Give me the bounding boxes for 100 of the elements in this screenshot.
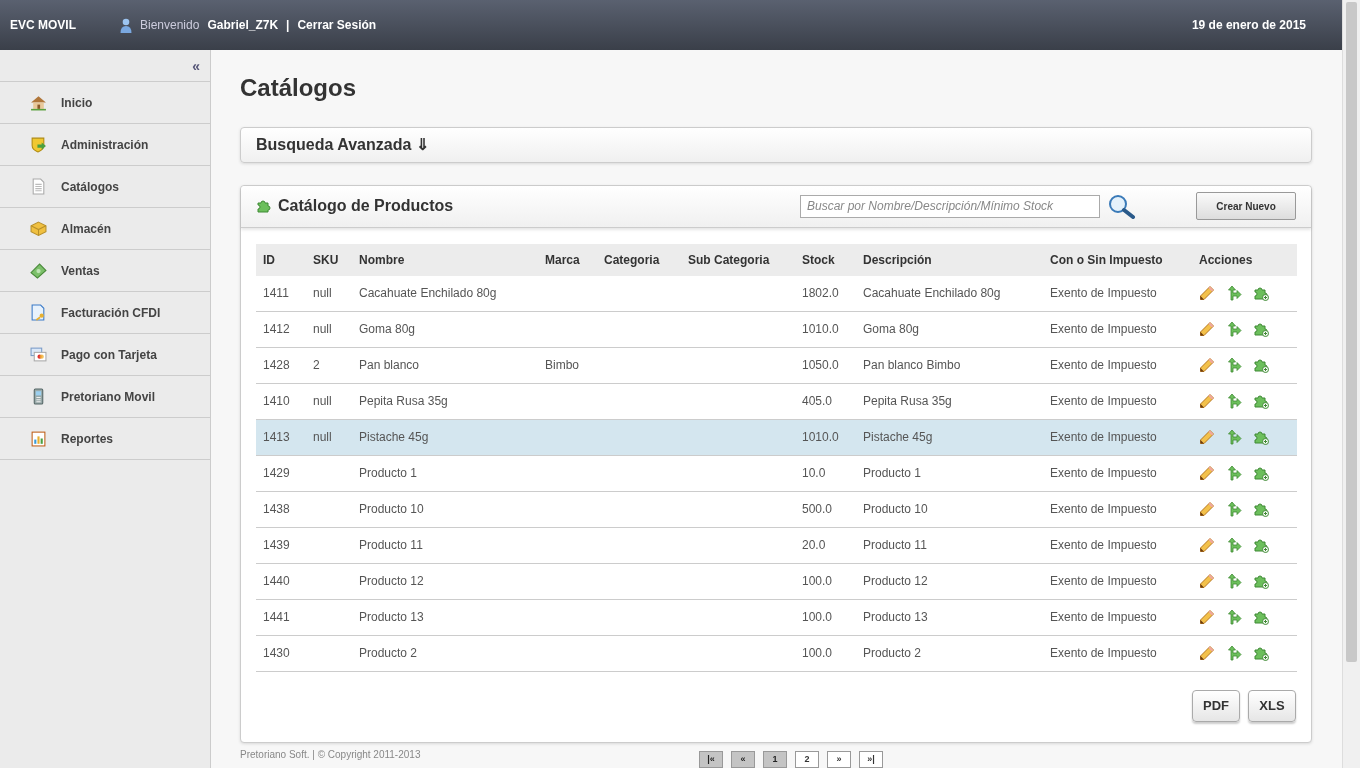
collapse-button[interactable]: « — [192, 57, 200, 74]
table-cell: 1440 — [256, 563, 306, 600]
sidebar-item[interactable]: Almacén — [0, 208, 210, 250]
puzzle-add-icon[interactable] — [1253, 645, 1269, 662]
table-cell: 1438 — [256, 491, 306, 528]
user-name: Gabriel_Z7K — [207, 18, 279, 32]
table-cell: Producto 10 — [856, 491, 1043, 528]
sidebar-item[interactable]: Inicio — [0, 82, 210, 124]
app-brand: EVC MOVIL — [10, 18, 77, 32]
table-cell: 1410 — [256, 383, 306, 420]
table-cell: 20.0 — [795, 527, 856, 564]
sidebar-item[interactable]: Reportes — [0, 418, 210, 460]
table-cell: Producto 1 — [856, 455, 1043, 492]
table-cell: Exento de Impuesto — [1043, 311, 1192, 348]
create-new-button[interactable]: Crear Nuevo — [1196, 192, 1296, 221]
branch-arrow-icon[interactable] — [1226, 501, 1242, 518]
table-cell: Cacahuate Enchilado 80g — [856, 275, 1043, 312]
pencil-icon[interactable] — [1199, 537, 1215, 554]
branch-arrow-icon[interactable] — [1226, 321, 1242, 338]
branch-arrow-icon[interactable] — [1226, 609, 1242, 626]
branch-arrow-icon[interactable] — [1226, 357, 1242, 374]
puzzle-add-icon[interactable] — [1253, 501, 1269, 518]
branch-arrow-icon[interactable] — [1226, 645, 1242, 662]
table-cell: Producto 10 — [352, 491, 538, 528]
puzzle-add-icon[interactable] — [1253, 357, 1269, 374]
search-icon[interactable] — [1106, 193, 1138, 220]
puzzle-add-icon[interactable] — [1253, 429, 1269, 446]
table-cell: Pistache 45g — [352, 419, 538, 456]
table-cell: 1411 — [256, 275, 306, 312]
table-cell: null — [306, 311, 352, 348]
shield-icon — [30, 136, 47, 153]
table-cell: Exento de Impuesto — [1043, 527, 1192, 564]
scrollbar-thumb[interactable] — [1346, 2, 1357, 662]
pencil-icon[interactable] — [1199, 501, 1215, 518]
copyright-text: Pretoriano Soft. | © Copyright 2011-2013 — [240, 748, 421, 760]
sidebar-item[interactable]: Facturación CFDI — [0, 292, 210, 334]
advanced-search-panel[interactable]: Busqueda Avanzada ⇓ — [240, 127, 1312, 163]
puzzle-add-icon[interactable] — [1253, 537, 1269, 554]
table-cell: 100.0 — [795, 635, 856, 672]
search-field[interactable]: Buscar por Nombre/Descripción/Mínimo Stock — [800, 194, 1100, 218]
table-cell: Producto 2 — [352, 635, 538, 672]
sidebar-item[interactable]: Pago con Tarjeta — [0, 334, 210, 376]
table-cell: 1428 — [256, 347, 306, 384]
puzzle-add-icon[interactable] — [1253, 393, 1269, 410]
table-cell: Producto 11 — [856, 527, 1043, 564]
table-cell: Pepita Rusa 35g — [856, 383, 1043, 420]
table-cell: Bimbo — [538, 347, 597, 384]
export-button[interactable]: XLS — [1248, 689, 1296, 722]
pencil-icon[interactable] — [1199, 429, 1215, 446]
table-cell: Exento de Impuesto — [1043, 419, 1192, 456]
table-cell: 2 — [306, 347, 352, 384]
pencil-icon[interactable] — [1199, 645, 1215, 662]
invoice-icon — [30, 304, 47, 321]
table-cell: 1010.0 — [795, 311, 856, 348]
table-cell: Producto 12 — [352, 563, 538, 600]
table-cell: null — [306, 419, 352, 456]
table-cell: null — [306, 383, 352, 420]
pencil-icon[interactable] — [1199, 465, 1215, 482]
branch-arrow-icon[interactable] — [1226, 429, 1242, 446]
branch-arrow-icon[interactable] — [1226, 465, 1242, 482]
pencil-icon[interactable] — [1199, 573, 1215, 590]
branch-arrow-icon[interactable] — [1226, 393, 1242, 410]
sidebar-item[interactable]: Pretoriano Movil — [0, 376, 210, 418]
page-title: Catálogos — [240, 74, 357, 102]
pencil-icon[interactable] — [1199, 357, 1215, 374]
pencil-icon[interactable] — [1199, 609, 1215, 626]
table-cell: Goma 80g — [352, 311, 538, 348]
table-cell: Producto 11 — [352, 527, 538, 564]
puzzle-add-icon[interactable] — [1253, 321, 1269, 338]
pencil-icon[interactable] — [1199, 393, 1215, 410]
column-header: Con o Sin Impuesto — [1043, 243, 1192, 276]
pencil-icon[interactable] — [1199, 321, 1215, 338]
page-button[interactable]: 2 — [795, 750, 819, 768]
sidebar-item[interactable]: Ventas — [0, 250, 210, 292]
branch-arrow-icon[interactable] — [1226, 285, 1242, 302]
page-button[interactable]: » — [827, 750, 851, 768]
puzzle-add-icon[interactable] — [1253, 465, 1269, 482]
branch-arrow-icon[interactable] — [1226, 537, 1242, 554]
logout-link[interactable]: Cerrar Sesión — [297, 18, 377, 32]
pencil-icon[interactable] — [1199, 285, 1215, 302]
puzzle-add-icon[interactable] — [1253, 573, 1269, 590]
puzzle-add-icon[interactable] — [1253, 609, 1269, 626]
column-header: Categoria — [597, 243, 681, 276]
table-cell: Exento de Impuesto — [1043, 455, 1192, 492]
sidebar-item[interactable]: Administración — [0, 124, 210, 166]
table-cell: 1802.0 — [795, 275, 856, 312]
card-icon — [30, 346, 47, 363]
puzzle-add-icon[interactable] — [1253, 285, 1269, 302]
table-cell: Pan blanco — [352, 347, 538, 384]
table-cell: 1412 — [256, 311, 306, 348]
export-button[interactable]: PDF — [1192, 689, 1240, 722]
table-cell: 1413 — [256, 419, 306, 456]
separator-text: | — [286, 18, 290, 32]
table-cell: Pan blanco Bimbo — [856, 347, 1043, 384]
panel-title: Catálogo de Productos — [278, 197, 455, 216]
column-header: Stock — [795, 243, 856, 276]
branch-arrow-icon[interactable] — [1226, 573, 1242, 590]
sidebar-item[interactable]: Catálogos — [0, 166, 210, 208]
table-cell: Exento de Impuesto — [1043, 563, 1192, 600]
page-button[interactable]: »| — [859, 750, 883, 768]
